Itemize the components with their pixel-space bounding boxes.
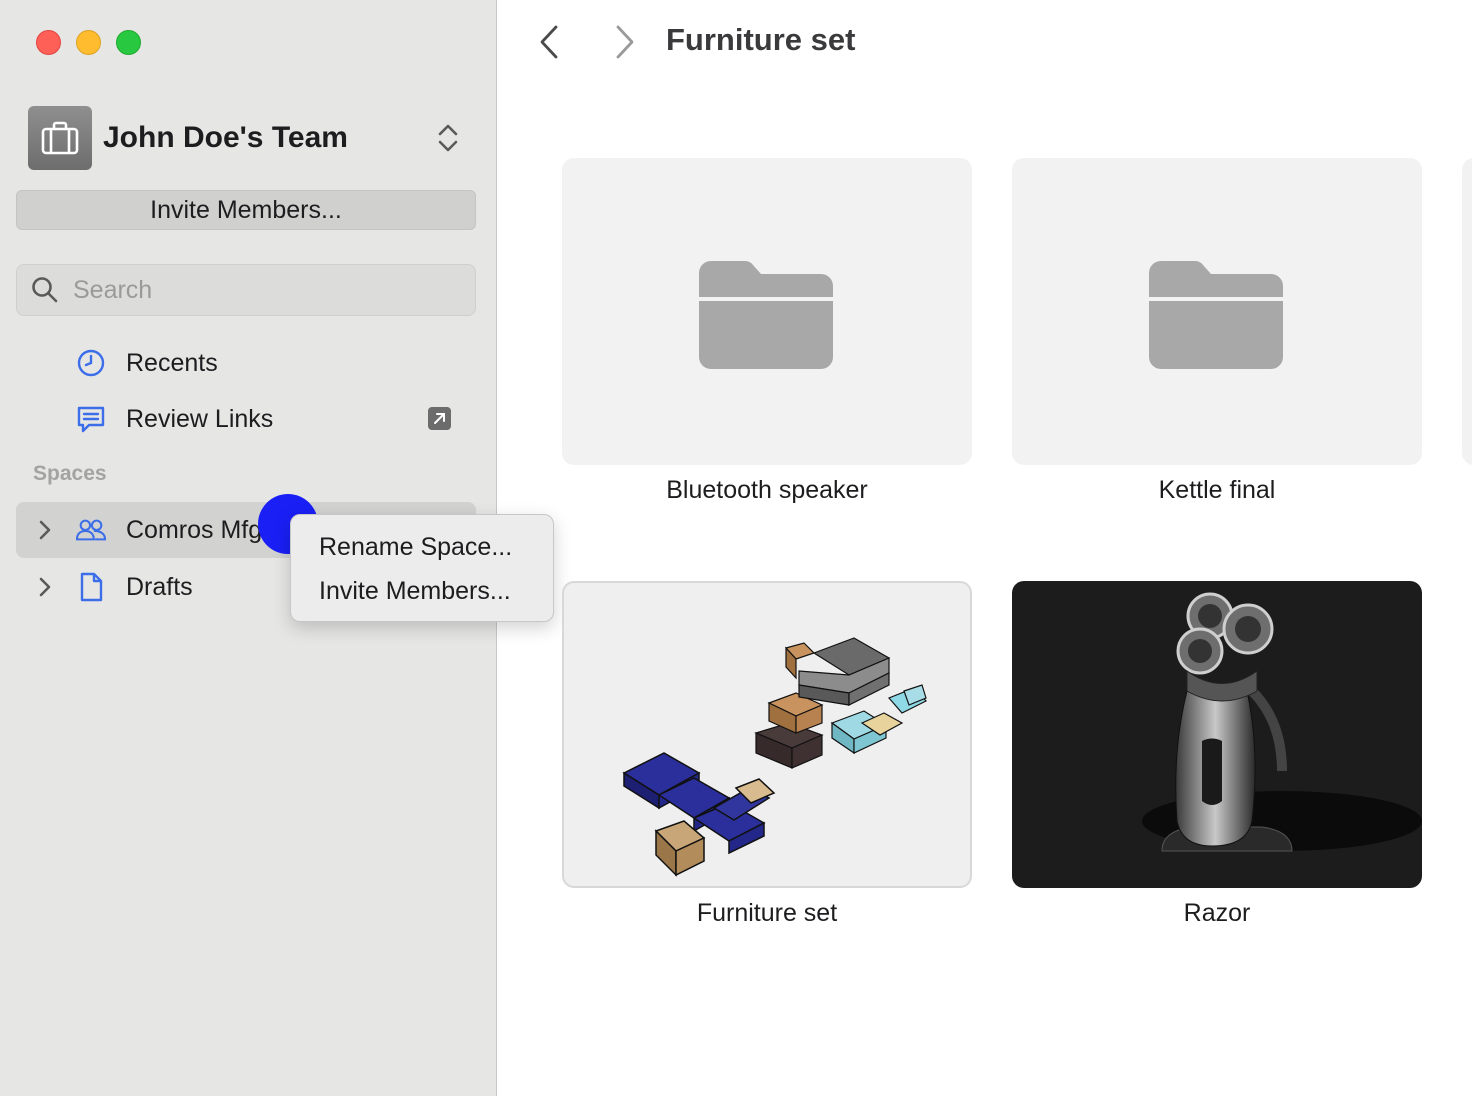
item-label: Furniture set (696, 899, 838, 927)
razor-thumbnail-image (1142, 592, 1422, 852)
folder-icon (1149, 261, 1283, 369)
window-maximize-button[interactable] (116, 30, 141, 55)
item-label: Razor (1183, 899, 1251, 927)
item-label: Bluetooth speaker (666, 476, 868, 504)
item-label: Kettle final (1158, 476, 1276, 504)
folder-card[interactable] (562, 158, 972, 465)
sidebar-item-label: Drafts (126, 572, 193, 601)
message-icon (77, 406, 105, 433)
team-name: John Doe's Team (103, 121, 348, 154)
page-title: Furniture set (666, 22, 856, 57)
sidebar-item-recents[interactable]: Recents (16, 335, 476, 391)
chevron-right-icon[interactable] (38, 576, 52, 598)
document-icon (80, 572, 103, 602)
team-switcher[interactable]: John Doe's Team (28, 106, 468, 170)
chevron-right-icon[interactable] (38, 519, 52, 541)
sidebar-item-review-links[interactable]: Review Links (16, 391, 476, 447)
search-icon (32, 277, 58, 303)
furniture-thumbnail-image (622, 637, 927, 877)
sidebar-item-label: Recents (126, 348, 218, 377)
people-icon (76, 519, 106, 541)
sidebar-item-label: Comros Mfg (126, 515, 263, 544)
model-thumbnail-card[interactable] (562, 581, 972, 888)
search-field[interactable] (16, 264, 476, 316)
spaces-section-title: Spaces (33, 462, 107, 485)
folder-card[interactable] (1462, 158, 1472, 465)
window-close-button[interactable] (36, 30, 61, 55)
model-thumbnail-card[interactable] (1012, 581, 1422, 888)
chevron-up-down-icon (438, 124, 458, 152)
clock-icon (77, 349, 105, 377)
window-minimize-button[interactable] (76, 30, 101, 55)
main-content: Furniture set Bluetooth speaker Kettle f… (498, 0, 1472, 1096)
back-button[interactable] (538, 24, 560, 60)
external-link-icon[interactable] (428, 407, 451, 430)
folder-icon (699, 261, 833, 369)
forward-button[interactable] (614, 24, 636, 60)
search-input[interactable] (73, 275, 453, 305)
sidebar-item-label: Review Links (126, 404, 274, 433)
invite-members-button[interactable]: Invite Members... (16, 190, 476, 230)
briefcase-icon (28, 106, 92, 170)
folder-card[interactable] (1012, 158, 1422, 465)
